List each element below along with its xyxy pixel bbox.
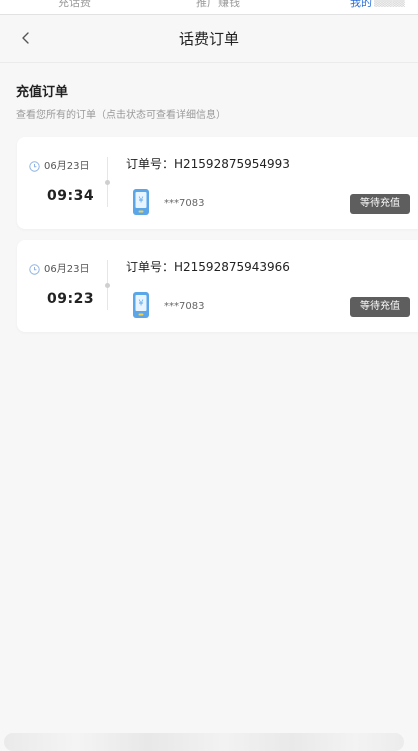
order-time: 09:23: [47, 291, 95, 307]
header-divider: [0, 62, 418, 63]
clock-icon: [29, 264, 40, 275]
order-card[interactable]: 06月23日 09:34 订单号：H21592875954993 ¥ ***70…: [17, 137, 418, 229]
masked-phone-number: ***7083: [164, 301, 205, 312]
order-card[interactable]: 06月23日 09:23 订单号：H21592875943966 ¥ ***70…: [17, 240, 418, 332]
order-number: 订单号：H21592875954993: [126, 157, 290, 171]
watermark: ▒▒▒▒▒: [374, 0, 405, 7]
order-time: 09:34: [47, 188, 95, 204]
order-date: 06月23日: [44, 264, 90, 275]
page-title: 话费订单: [178, 30, 239, 48]
svg-text:¥: ¥: [138, 196, 143, 205]
page-header: 话费订单: [0, 15, 418, 62]
tab-promote[interactable]: 推广赚钱: [196, 0, 240, 10]
order-number: 订单号：H21592875943966: [126, 260, 290, 274]
section-title: 充值订单: [16, 85, 69, 100]
order-date: 06月23日: [44, 161, 90, 172]
tab-mine[interactable]: 我的: [350, 0, 372, 10]
clock-icon: [29, 161, 40, 172]
phone-icon: ¥: [133, 292, 149, 318]
tab-recharge[interactable]: 充话费: [58, 0, 91, 10]
masked-phone-number: ***7083: [164, 198, 205, 209]
status-badge[interactable]: 等待充值: [350, 297, 410, 317]
timeline-dot: [105, 283, 110, 288]
phone-icon: ¥: [133, 189, 149, 215]
top-tab-bar: 充话费 推广赚钱 我的 ▒▒▒▒▒: [0, 0, 418, 15]
bottom-bar: [4, 733, 404, 751]
status-badge[interactable]: 等待充值: [350, 194, 410, 214]
svg-text:¥: ¥: [138, 299, 143, 308]
section-subtitle: 查看您所有的订单（点击状态可查看详细信息）: [16, 110, 226, 121]
timeline-dot: [105, 180, 110, 185]
